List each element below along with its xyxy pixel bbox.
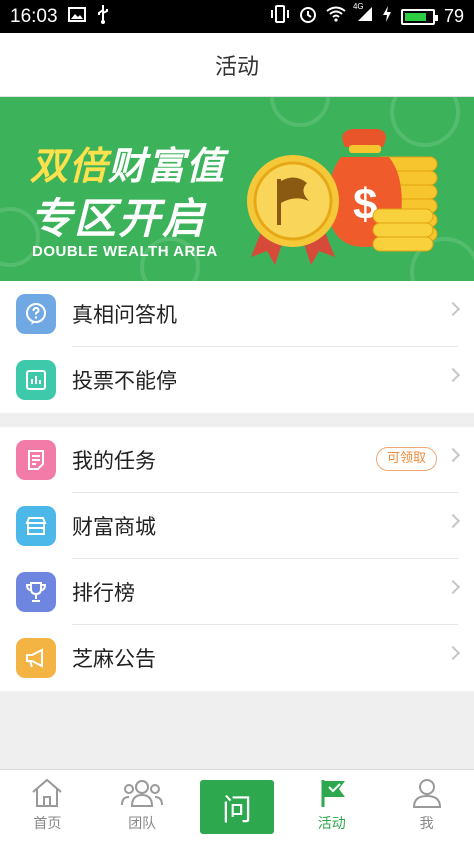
team-icon bbox=[121, 780, 164, 807]
promo-banner[interactable]: 双倍财富值 专区开启 DOUBLE WEALTH AREA $ bbox=[0, 97, 474, 281]
tab-label: 团队 bbox=[128, 816, 157, 832]
menu-item-label: 芝麻公告 bbox=[72, 647, 156, 671]
shop-icon bbox=[16, 506, 56, 546]
signal-icon: 4G bbox=[353, 2, 373, 27]
chevron-right-icon bbox=[445, 645, 461, 661]
menu-item-my-tasks[interactable]: 我的任务 可领取 bbox=[0, 427, 474, 493]
megaphone-icon bbox=[16, 638, 56, 678]
banner-english-text: DOUBLE WEALTH AREA bbox=[32, 243, 218, 260]
bar-chart-icon bbox=[16, 360, 56, 400]
image-icon bbox=[67, 6, 86, 28]
ask-tab[interactable]: 问 bbox=[190, 770, 285, 842]
tab-activity[interactable]: 活动 bbox=[284, 770, 379, 842]
usb-icon bbox=[96, 4, 110, 30]
tab-label: 首页 bbox=[33, 816, 62, 832]
menu-item-announcements[interactable]: 芝麻公告 bbox=[0, 625, 474, 691]
chevron-right-icon bbox=[445, 447, 461, 463]
menu-item-label: 财富商城 bbox=[72, 515, 156, 539]
alarm-icon bbox=[299, 5, 317, 28]
status-bar: 16:03 4G 79 bbox=[0, 0, 474, 33]
tab-home[interactable]: 首页 bbox=[0, 770, 95, 842]
tab-me[interactable]: 我 bbox=[379, 770, 474, 842]
flag-icon bbox=[321, 780, 345, 807]
trophy-icon bbox=[16, 572, 56, 612]
home-icon bbox=[32, 778, 63, 807]
top-nav-bar: 活动 bbox=[0, 33, 474, 97]
money-bag-badge-illustration: $ bbox=[247, 129, 438, 265]
chevron-right-icon bbox=[445, 513, 461, 529]
banner-subheadline: 专区开启 bbox=[30, 194, 207, 243]
user-icon bbox=[412, 779, 441, 808]
claimable-badge: 可领取 bbox=[375, 447, 437, 471]
task-list-icon bbox=[16, 440, 56, 480]
menu-item-label: 我的任务 bbox=[72, 449, 156, 473]
charging-icon bbox=[382, 6, 392, 27]
menu-item-voting[interactable]: 投票不能停 bbox=[0, 347, 474, 413]
vibrate-icon bbox=[270, 5, 290, 28]
wifi-icon bbox=[326, 6, 346, 27]
bottom-tab-bar: 首页 团队 问 活动 我 bbox=[0, 769, 474, 842]
menu-group-2: 我的任务 可领取 财富商城 排行榜 芝麻公告 bbox=[0, 427, 474, 691]
status-time: 16:03 bbox=[10, 5, 58, 27]
menu-item-label: 投票不能停 bbox=[72, 369, 177, 393]
tab-team[interactable]: 团队 bbox=[95, 770, 190, 842]
menu-group-1: 真相问答机 投票不能停 bbox=[0, 281, 474, 413]
network-type: 4G bbox=[352, 2, 364, 11]
battery-icon bbox=[400, 8, 438, 25]
chevron-right-icon bbox=[445, 301, 461, 317]
menu-item-label: 真相问答机 bbox=[72, 303, 177, 327]
menu-item-truth-qa[interactable]: 真相问答机 bbox=[0, 281, 474, 347]
chevron-right-icon bbox=[445, 579, 461, 595]
svg-text:$: $ bbox=[353, 180, 377, 229]
page-title: 活动 bbox=[214, 54, 259, 80]
battery-percent: 79 bbox=[443, 6, 464, 26]
menu-item-wealth-mall[interactable]: 财富商城 bbox=[0, 493, 474, 559]
tab-label: 我 bbox=[419, 816, 434, 832]
banner-headline: 双倍财富值 bbox=[30, 144, 226, 188]
ask-button[interactable]: 问 bbox=[199, 780, 274, 834]
menu-item-label: 排行榜 bbox=[72, 581, 135, 605]
menu-item-leaderboard[interactable]: 排行榜 bbox=[0, 559, 474, 625]
tab-label: 活动 bbox=[317, 816, 346, 832]
question-bubble-icon bbox=[16, 294, 56, 334]
chevron-right-icon bbox=[445, 367, 461, 383]
